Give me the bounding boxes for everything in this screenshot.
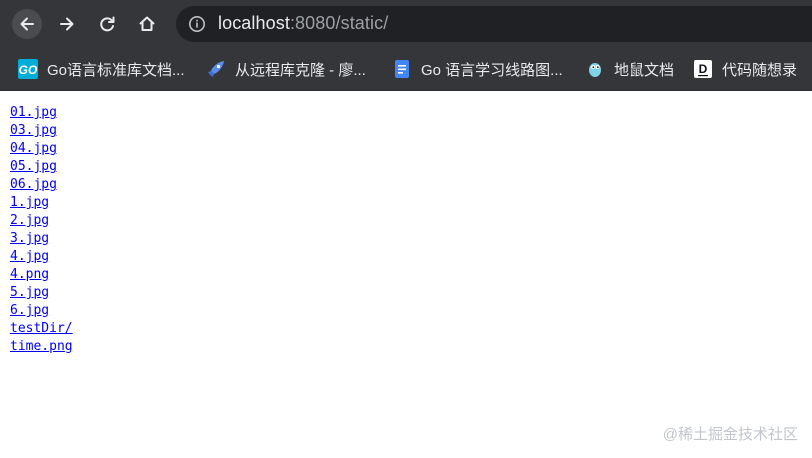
arrow-left-icon: [20, 17, 34, 31]
list-item: 1.jpg: [10, 192, 73, 210]
url-path: :8080/static/: [289, 13, 389, 33]
address-bar[interactable]: localhost:8080/static/: [176, 6, 812, 42]
file-link[interactable]: 4.png: [10, 267, 49, 282]
list-item: 6.jpg: [10, 300, 73, 318]
file-link[interactable]: 6.jpg: [10, 303, 49, 318]
file-link[interactable]: 01.jpg: [10, 105, 57, 120]
gopher-icon: [585, 59, 605, 79]
bookmark-label: 从远程库克隆 - 廖...: [235, 61, 366, 79]
file-link[interactable]: 3.jpg: [10, 231, 49, 246]
file-link[interactable]: 04.jpg: [10, 141, 57, 156]
go-logo-icon: GO: [18, 59, 38, 79]
back-button[interactable]: [12, 9, 42, 39]
list-item: testDir/: [10, 318, 73, 336]
bookmark-label: 代码随想录: [722, 61, 798, 79]
file-link[interactable]: 03.jpg: [10, 123, 57, 138]
watermark: @稀土掘金技术社区: [662, 426, 798, 443]
bookmark-go-stdlib-docs[interactable]: GO Go语言标准库文档...: [18, 48, 185, 90]
bookmark-label: Go语言标准库文档...: [47, 61, 185, 79]
bookmark-clone-remote[interactable]: 从远程库克隆 - 廖...: [206, 48, 366, 90]
d-logo-icon: D: [693, 59, 713, 79]
arrow-right-icon: [60, 17, 74, 31]
directory-listing: 01.jpg 03.jpg 04.jpg 05.jpg 06.jpg 1.jpg…: [10, 102, 73, 354]
info-icon[interactable]: [188, 15, 206, 33]
list-item: 03.jpg: [10, 120, 73, 138]
list-item: 06.jpg: [10, 174, 73, 192]
home-button[interactable]: [132, 9, 162, 39]
svg-text:GO: GO: [19, 63, 38, 77]
list-item: 2.jpg: [10, 210, 73, 228]
list-item: 4.jpg: [10, 246, 73, 264]
home-icon: [139, 16, 155, 31]
bookmarks-bar: GO Go语言标准库文档... 从远程库克隆 - 廖... Go 语言学习线路图…: [0, 48, 812, 91]
url-text[interactable]: localhost:8080/static/: [218, 13, 388, 34]
file-link[interactable]: 05.jpg: [10, 159, 57, 174]
url-host: localhost: [218, 13, 290, 33]
browser-toolbar: localhost:8080/static/: [0, 0, 812, 48]
list-item: 4.png: [10, 264, 73, 282]
reload-icon: [100, 16, 115, 32]
bookmark-label: Go 语言学习线路图...: [421, 61, 563, 79]
list-item: 3.jpg: [10, 228, 73, 246]
file-link[interactable]: 1.jpg: [10, 195, 49, 210]
bookmark-gopher-docs[interactable]: 地鼠文档: [585, 48, 674, 90]
bookmark-code-thoughts[interactable]: D 代码随想录: [693, 48, 797, 90]
file-link[interactable]: 06.jpg: [10, 177, 57, 192]
file-link[interactable]: 5.jpg: [10, 285, 49, 300]
folder-link[interactable]: testDir/: [10, 321, 73, 336]
bookmark-go-roadmap[interactable]: Go 语言学习线路图...: [392, 48, 563, 90]
bookmark-label: 地鼠文档: [614, 61, 675, 79]
reload-button[interactable]: [92, 9, 122, 39]
svg-text:D: D: [699, 62, 708, 76]
list-item: time.png: [10, 336, 73, 354]
file-link[interactable]: 4.jpg: [10, 249, 49, 264]
file-link[interactable]: 2.jpg: [10, 213, 49, 228]
list-item: 01.jpg: [10, 102, 73, 120]
list-item: 5.jpg: [10, 282, 73, 300]
list-item: 05.jpg: [10, 156, 73, 174]
file-link[interactable]: time.png: [10, 339, 73, 354]
rocket-icon: [206, 59, 226, 79]
forward-button[interactable]: [52, 9, 82, 39]
list-item: 04.jpg: [10, 138, 73, 156]
document-icon: [392, 59, 412, 79]
